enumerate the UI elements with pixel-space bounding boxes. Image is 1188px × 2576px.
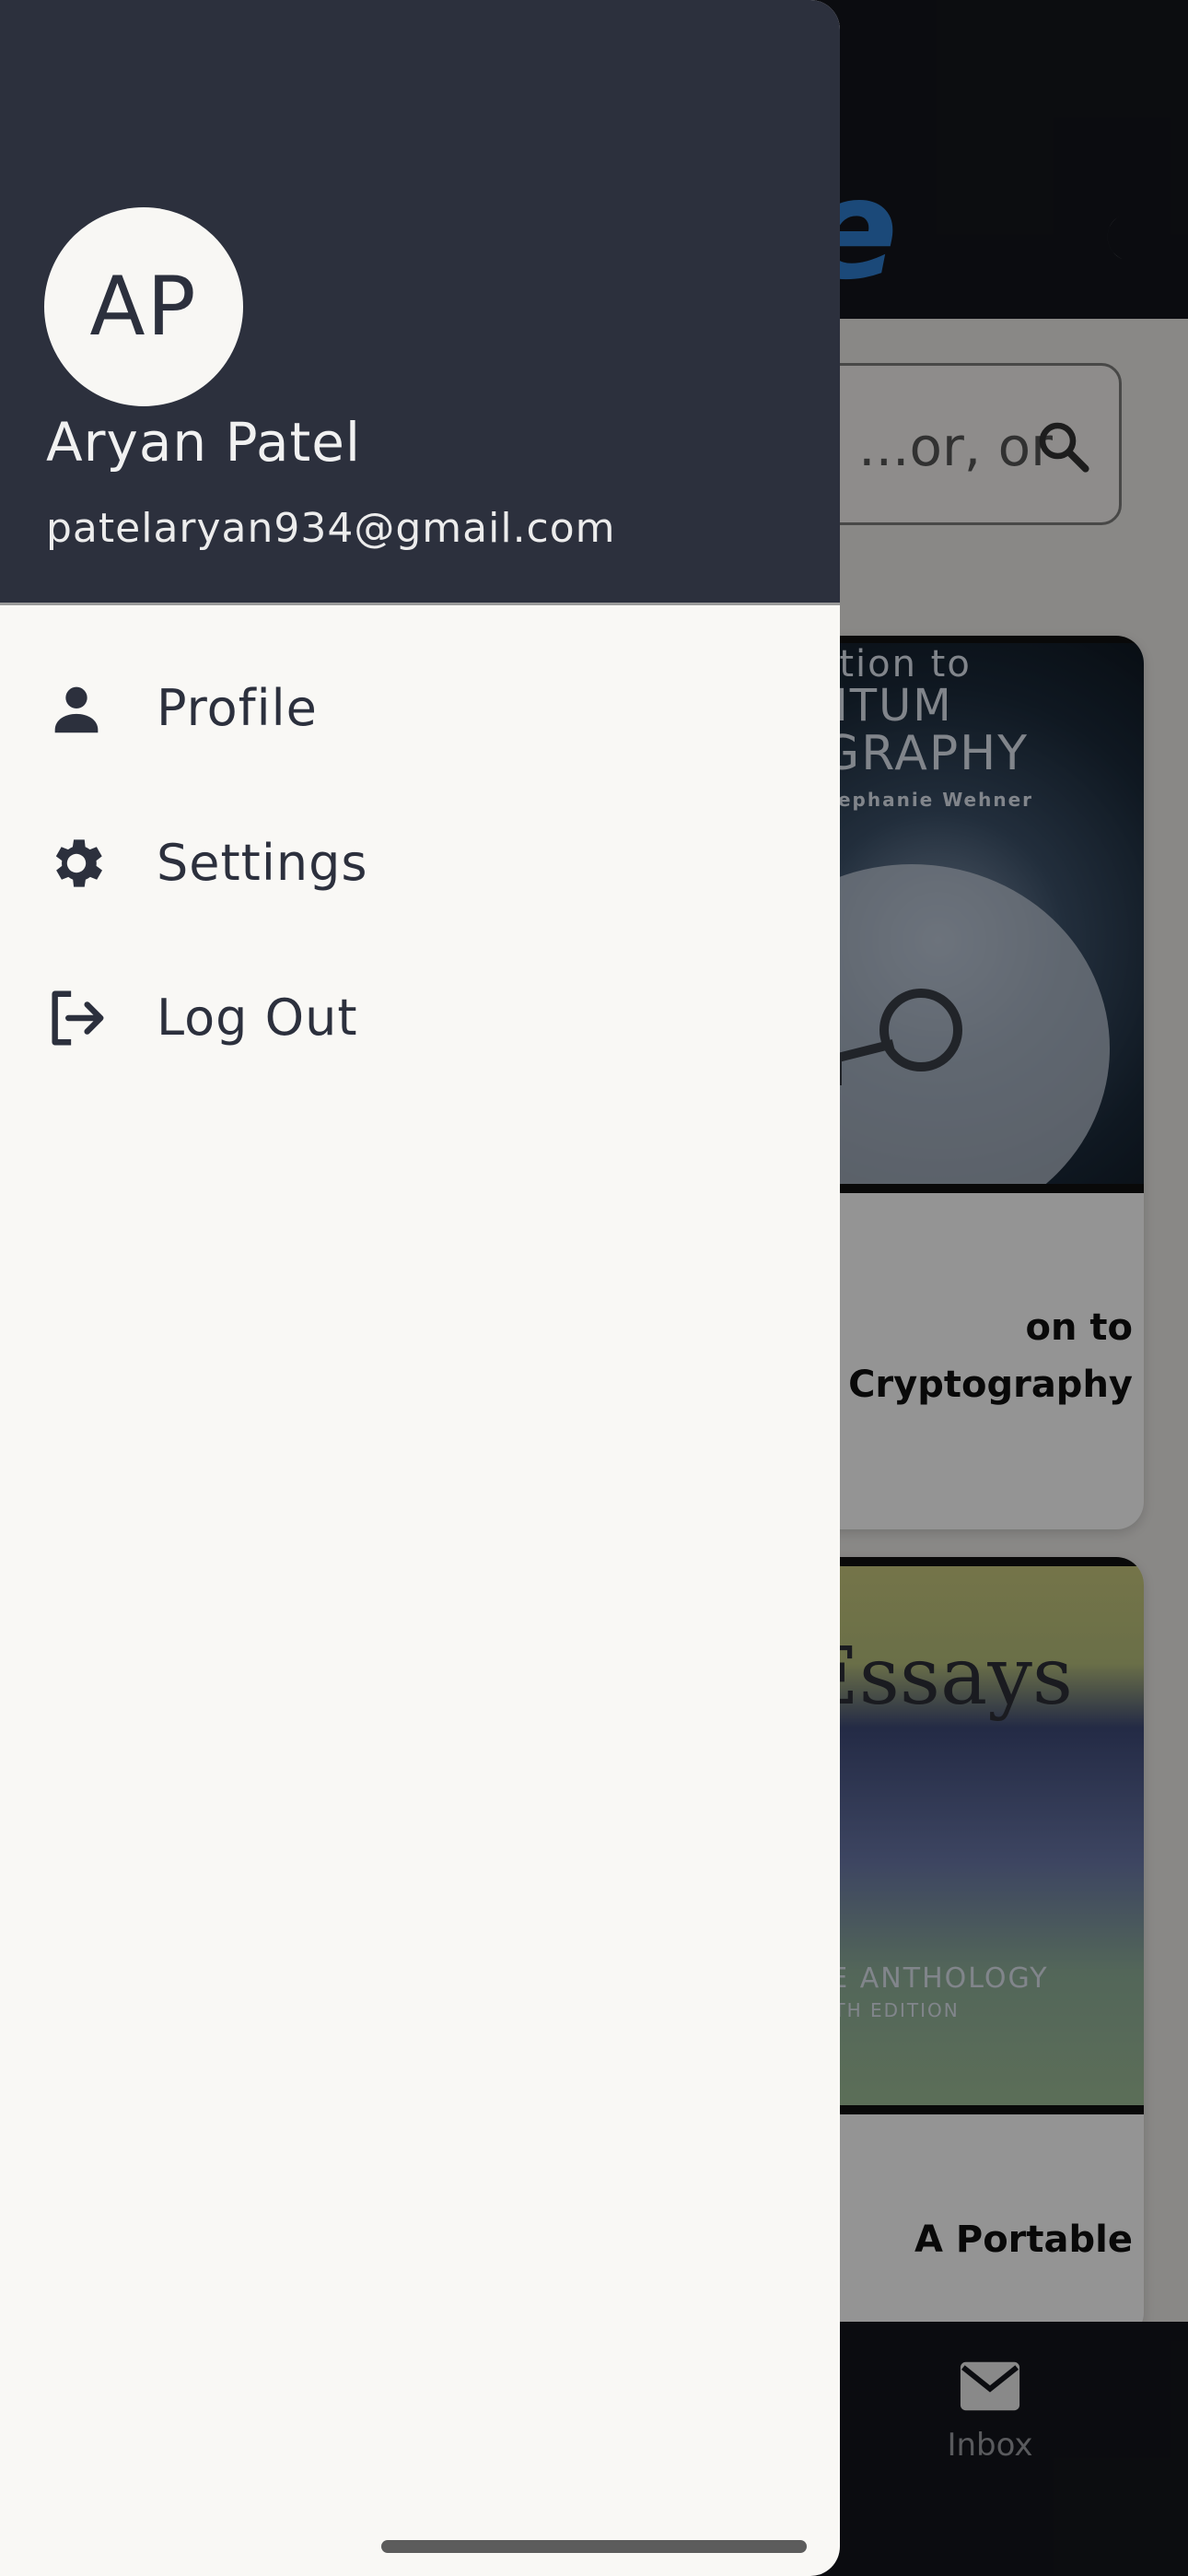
menu-item-logout[interactable]: Log Out [0, 941, 840, 1095]
user-name: Aryan Patel [46, 411, 362, 474]
drawer-header: AP Aryan Patel patelaryan934@gmail.com [0, 0, 840, 605]
screen: se or, or... uction to ANTUM OGRAPHY Ste… [0, 0, 1188, 2576]
home-indicator[interactable] [381, 2540, 807, 2553]
menu-item-label: Settings [157, 834, 368, 892]
menu-item-label: Log Out [157, 989, 358, 1047]
gear-icon [55, 839, 103, 887]
menu-item-settings[interactable]: Settings [0, 786, 840, 941]
logout-icon [52, 990, 104, 1046]
navigation-drawer: AP Aryan Patel patelaryan934@gmail.com P… [0, 0, 840, 2576]
menu-item-label: Profile [157, 679, 318, 737]
avatar[interactable]: AP [44, 207, 243, 406]
menu-item-profile[interactable]: Profile [0, 631, 840, 786]
person-icon [54, 686, 99, 733]
user-email: patelaryan934@gmail.com [46, 505, 616, 552]
